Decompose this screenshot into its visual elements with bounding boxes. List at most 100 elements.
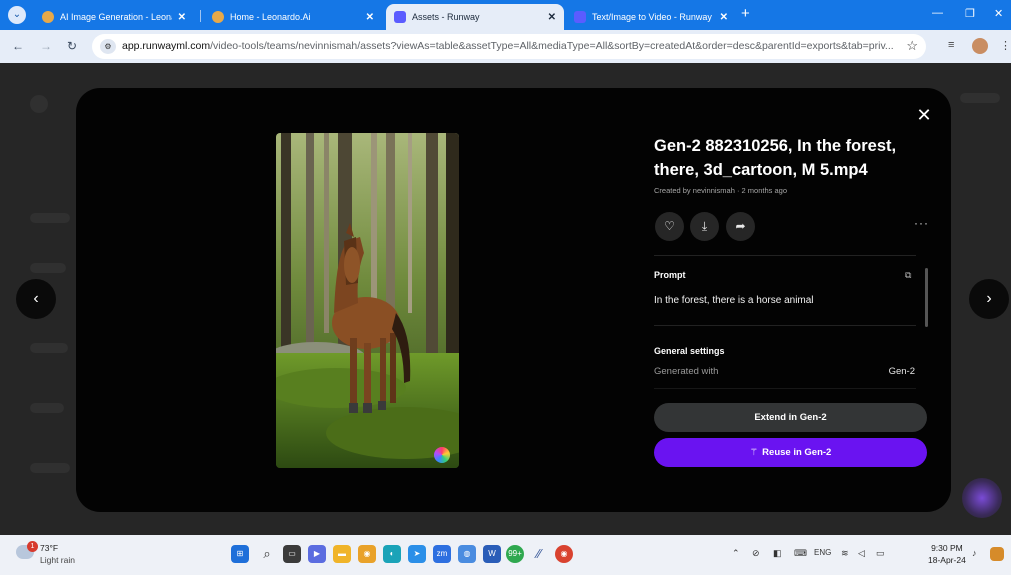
tab-close-icon[interactable]: ✕ [720,12,728,23]
assistant-orb-button[interactable] [962,478,1002,518]
copilot-icon[interactable] [990,547,1004,561]
tab-close-icon[interactable]: ✕ [178,12,186,23]
magic-wand-icon: ⚚ [749,447,759,458]
page-backdrop-shape [30,343,68,353]
word-icon[interactable]: W [483,545,501,563]
tray-overflow-icon[interactable]: ⌃ [732,548,740,559]
tab-leonardo-home[interactable]: Home - Leonardo.Ai ✕ [204,4,382,30]
details-scrollbar[interactable] [925,268,928,327]
window-close-icon[interactable]: ✕ [994,7,1003,20]
task-view-icon[interactable]: ▭ [283,545,301,563]
profile-avatar[interactable] [972,38,988,54]
reading-list-icon[interactable]: ≡ [948,39,954,51]
zoom-icon[interactable]: zm [433,545,451,563]
windows-start-icon[interactable]: ⊞ [231,545,249,563]
system-clock[interactable]: 9:30 PM 18-Apr-24 [928,542,966,566]
download-button[interactable]: ⤓ [690,212,719,241]
tab-separator [200,10,201,22]
back-arrow-icon[interactable]: ← [12,39,24,53]
asset-created-meta: Created by nevinnismah · 2 months ago [654,186,787,195]
reuse-button-label: Reuse in Gen-2 [762,447,832,458]
tab-close-icon[interactable]: ✕ [548,12,556,23]
prompt-section-label: Prompt [654,270,686,280]
windows-taskbar: 1 73°F Light rain ⊞ ⌕ ▭ ▶ ▬ ◉ ◐ ➤ zm ◍ W… [0,535,1011,575]
clock-date: 18-Apr-24 [928,555,966,565]
extend-in-gen2-button[interactable]: Extend in Gen-2 [654,403,927,432]
app-icon-globe[interactable]: ◍ [458,545,476,563]
url-text: app.runwayml.com/video-tools/teams/nevin… [122,40,894,52]
modal-close-icon[interactable]: ✕ [913,104,935,126]
browser-menu-icon[interactable]: ⋮ [1000,39,1011,52]
url-domain: app.runwayml.com [122,40,211,52]
search-icon[interactable]: ⌕ [258,545,276,563]
chrome-app-icon[interactable]: ◉ [358,545,376,563]
leonardo-favicon-icon [42,11,54,23]
address-bar[interactable]: ⚙ app.runwayml.com/video-tools/teams/nev… [92,34,926,59]
bookmark-star-icon[interactable]: ☆ [906,38,918,54]
notification-bell-icon[interactable]: ♪ [972,548,977,558]
reuse-in-gen2-button[interactable]: ⚚ Reuse in Gen-2 [654,438,927,467]
language-indicator[interactable]: ENG [814,548,831,557]
weather-alert-badge: 1 [27,541,38,552]
page-backdrop-shape [30,95,48,113]
pen-app-icon[interactable]: ⁄⁄ [530,545,548,563]
wifi-icon[interactable]: ≋ [841,548,849,559]
horse-forest-thumbnail [276,133,459,468]
chrome-profile-icon[interactable]: 99+ [506,545,524,563]
browser-titlebar: ⌄ AI Image Generation - Leonardo ✕ Home … [0,0,1011,30]
reload-icon[interactable]: ↻ [67,39,77,53]
tab-close-icon[interactable]: ✕ [366,12,374,23]
tab-title: Assets - Runway [412,12,480,22]
section-divider [654,325,916,326]
site-settings-icon[interactable]: ⚙ [100,39,116,54]
leonardo-favicon-icon [212,11,224,23]
page-backdrop-shape [960,93,1000,103]
tab-title: AI Image Generation - Leonardo [60,12,172,22]
clock-time: 9:30 PM [931,543,963,553]
tab-title: Home - Leonardo.Ai [230,12,311,22]
clipped-setting-row [654,388,916,389]
previous-asset-button[interactable]: ‹ [16,279,56,319]
page-backdrop-shape [30,213,70,223]
runway-watermark-icon [434,447,450,463]
telegram-icon[interactable]: ➤ [408,545,426,563]
tab-search-chevron-icon[interactable]: ⌄ [8,6,26,24]
chrome-badge: 99+ [508,549,522,558]
runway-favicon-icon [574,11,586,23]
page-backdrop-shape [30,263,66,273]
weather-temperature[interactable]: 73°F [40,543,58,553]
more-options-icon[interactable]: ··· [914,216,929,230]
minimize-icon[interactable]: — [932,7,943,19]
next-asset-button[interactable]: › [969,279,1009,319]
tab-runway-assets[interactable]: Assets - Runway ✕ [386,4,564,30]
page-backdrop-shape [30,463,70,473]
chrome-active-icon[interactable]: ◉ [555,545,573,563]
page-backdrop-shape [30,403,64,413]
browser-toolbar: ← → ↻ ⚙ app.runwayml.com/video-tools/tea… [0,30,1011,63]
restore-icon[interactable]: ❐ [965,7,975,20]
tray-app-icon[interactable]: ⊘ [752,548,760,559]
volume-icon[interactable]: ◁ [858,548,865,559]
runway-favicon-icon [394,11,406,23]
edge-browser-icon[interactable]: ◐ [383,545,401,563]
asset-title: Gen-2 882310256, In the forest, there, 3… [654,137,897,179]
copy-prompt-icon[interactable]: ⧉ [905,270,911,281]
battery-icon[interactable]: ▭ [876,548,885,559]
forward-arrow-icon[interactable]: → [40,39,52,53]
weather-condition[interactable]: Light rain [40,555,75,565]
keyboard-icon[interactable]: ⌨ [794,548,807,559]
favorite-heart-button[interactable]: ♡ [655,212,684,241]
file-explorer-icon[interactable]: ▬ [333,545,351,563]
video-preview[interactable] [276,133,459,468]
setting-value-generated-with: Gen-2 [888,366,915,377]
setting-label-generated-with: Generated with [654,366,719,377]
tray-drive-icon[interactable]: ◧ [773,548,782,559]
meet-chat-icon[interactable]: ▶ [308,545,326,563]
new-tab-plus-icon[interactable]: + [741,5,750,22]
tab-runway-text-image-to-video[interactable]: Text/Image to Video - Runway ✕ [566,4,736,30]
tab-title: Text/Image to Video - Runway [592,12,712,22]
section-divider [654,255,916,256]
prompt-text: In the forest, there is a horse animal [654,295,814,306]
share-button[interactable]: ➦ [726,212,755,241]
tab-leonardo-image-generation[interactable]: AI Image Generation - Leonardo ✕ [34,4,194,30]
